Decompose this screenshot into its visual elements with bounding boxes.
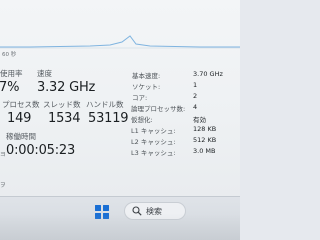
handle-count-value: 53119: [88, 111, 129, 126]
thread-count-value: 1534: [48, 111, 81, 126]
spec-value: 2: [193, 92, 198, 100]
graph-time-label: 60 秒: [2, 52, 17, 58]
windows-logo-tile: [102, 212, 109, 219]
task-manager-performance-view: 60 秒 使用率 速度 7% 3.32 GHz プロセス数 スレッド数 ハンドル…: [0, 0, 240, 196]
taskbar: 検索: [0, 196, 240, 240]
spec-label: L2 キャッシュ:: [131, 138, 176, 146]
cpu-graph-svg: [0, 35, 240, 49]
process-count-value: 149: [7, 111, 32, 126]
edge-mark-lower: ヲ: [0, 183, 6, 189]
windows-logo-tile: [102, 205, 109, 212]
taskbar-search-box[interactable]: 検索: [124, 202, 186, 220]
handle-count-label: ハンドル数: [86, 100, 124, 109]
thread-count-label: スレッド数: [43, 100, 81, 109]
usage-label: 使用率: [0, 69, 23, 78]
cpu-usage-graph: 60 秒: [0, 0, 240, 58]
uptime-label: 稼働時間: [6, 132, 36, 141]
spec-value: 512 KB: [193, 136, 217, 144]
spec-label: コア:: [132, 94, 148, 102]
start-button-windows-icon[interactable]: [95, 205, 109, 219]
spec-label: 仮想化:: [131, 116, 153, 124]
uptime-value: 0:00:05:23: [6, 143, 76, 158]
spec-label: ソケット:: [132, 83, 161, 91]
spec-label: 論理プロセッサ数:: [131, 105, 186, 113]
spec-label: L1 キャッシュ:: [131, 127, 176, 135]
windows-logo-tile: [95, 205, 101, 212]
speed-label: 速度: [37, 69, 52, 78]
search-icon: [132, 206, 142, 216]
edge-mark: ヨ: [0, 152, 6, 158]
spec-value: 3.70 GHz: [193, 70, 223, 78]
spec-label: L3 キャッシュ:: [131, 149, 176, 157]
cpu-usage-line: [0, 35, 240, 48]
process-count-label: プロセス数: [2, 100, 40, 109]
search-placeholder: 検索: [146, 207, 162, 216]
windows-logo-tile: [95, 212, 101, 219]
spec-label: 基本速度:: [132, 72, 161, 80]
spec-value: 4: [193, 103, 198, 111]
usage-value: 7%: [0, 80, 20, 95]
spec-value: 128 KB: [193, 125, 217, 133]
spec-value: 3.0 MB: [193, 147, 216, 155]
spec-value: 有効: [193, 116, 206, 124]
speed-value: 3.32 GHz: [37, 80, 96, 95]
spec-value: 1: [193, 81, 198, 89]
